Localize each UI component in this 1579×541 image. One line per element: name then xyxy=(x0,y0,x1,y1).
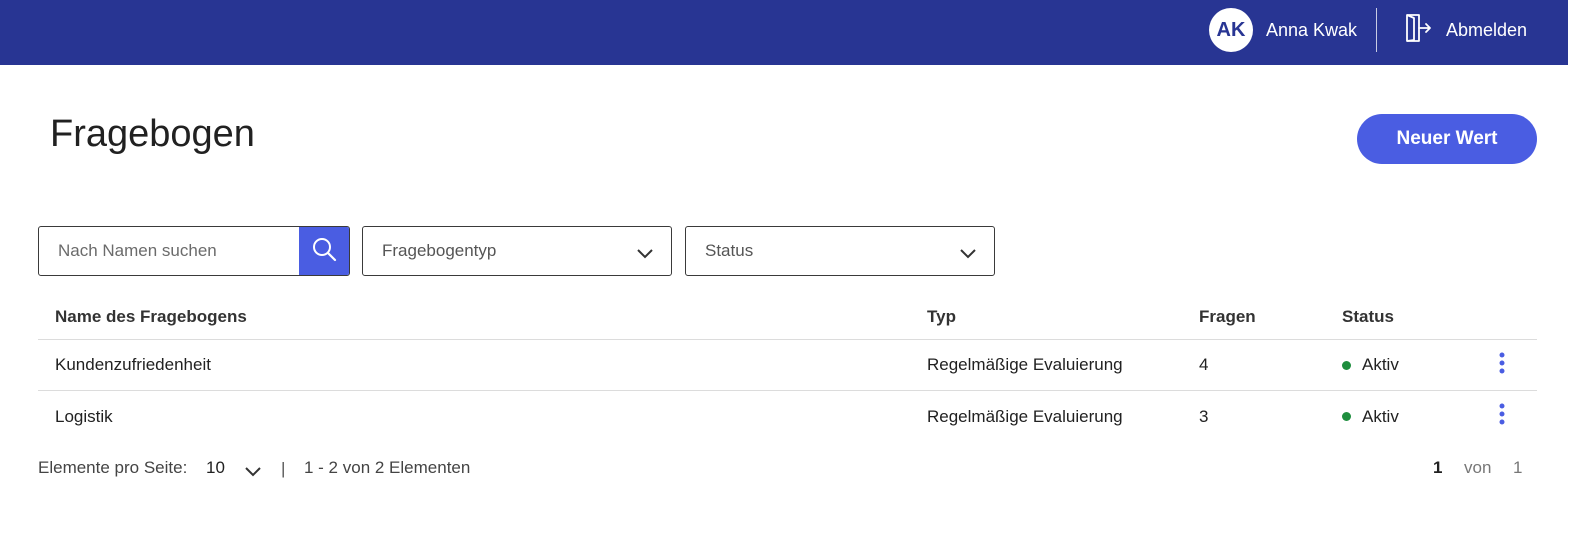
page-of-label: von xyxy=(1464,458,1492,477)
search-input[interactable] xyxy=(39,227,299,275)
questionnaire-table: Name des Fragebogens Typ Fragen Status K… xyxy=(38,295,1537,442)
avatar[interactable]: AK xyxy=(1209,8,1253,52)
column-header-status[interactable]: Status xyxy=(1342,295,1394,339)
logout-icon xyxy=(1404,13,1432,48)
row-type: Regelmäßige Evaluierung xyxy=(927,355,1123,374)
new-value-button[interactable]: Neuer Wert xyxy=(1357,114,1537,164)
status-dot xyxy=(1342,412,1351,421)
column-header-type[interactable]: Typ xyxy=(927,295,956,339)
page-title: Fragebogen xyxy=(50,113,255,155)
logout-label: Abmelden xyxy=(1446,19,1528,40)
type-select-value: Fragebogentyp xyxy=(382,241,497,260)
search-box xyxy=(38,226,350,276)
status-badge: Aktiv xyxy=(1342,391,1399,442)
chevron-down-icon xyxy=(960,244,976,264)
more-vertical-icon xyxy=(1499,403,1505,430)
current-page[interactable]: 1 xyxy=(1433,458,1442,478)
pagination-range: 1 - 2 von 2 Elementen xyxy=(304,458,471,477)
header-divider xyxy=(1376,8,1377,52)
column-header-questions[interactable]: Fragen xyxy=(1199,295,1256,339)
table-row[interactable]: Logistik Regelmäßige Evaluierung 3 Aktiv xyxy=(38,391,1537,442)
pagination: Elemente pro Seite: 10 | 1 - 2 von 2 Ele… xyxy=(38,455,1537,481)
items-per-page-label: Elemente pro Seite: xyxy=(38,458,188,477)
status-select-value: Status xyxy=(705,241,754,260)
row-name[interactable]: Kundenzufriedenheit xyxy=(55,340,211,390)
chevron-down-icon[interactable] xyxy=(245,462,261,482)
type-select[interactable]: Fragebogentyp xyxy=(362,226,672,276)
status-label: Aktiv xyxy=(1362,406,1399,426)
search-button[interactable] xyxy=(299,227,349,275)
status-badge: Aktiv xyxy=(1342,340,1399,390)
row-type: Regelmäßige Evaluierung xyxy=(927,406,1123,426)
items-per-page-value[interactable]: 10 xyxy=(206,458,225,478)
status-label: Aktiv xyxy=(1362,355,1399,374)
chevron-down-icon xyxy=(637,244,653,264)
table-row[interactable]: Kundenzufriedenheit Regelmäßige Evaluier… xyxy=(38,340,1537,391)
top-bar: AK Anna Kwak Abmelden xyxy=(0,0,1568,65)
row-questions: 4 xyxy=(1199,355,1209,374)
table-header: Name des Fragebogens Typ Fragen Status xyxy=(38,295,1537,340)
row-menu-button[interactable] xyxy=(1490,391,1514,442)
user-profile[interactable]: AK Anna Kwak xyxy=(1209,8,1357,52)
search-icon xyxy=(311,236,337,267)
row-name[interactable]: Logistik xyxy=(55,391,113,442)
more-vertical-icon xyxy=(1499,352,1505,379)
row-menu-button[interactable] xyxy=(1490,340,1514,390)
status-dot xyxy=(1342,360,1351,370)
user-name: Anna Kwak xyxy=(1266,19,1358,40)
logout-button[interactable]: Abmelden xyxy=(1404,13,1528,48)
pagination-separator: | xyxy=(281,459,286,478)
column-header-name[interactable]: Name des Fragebogens xyxy=(55,295,247,339)
row-questions: 3 xyxy=(1199,406,1209,426)
total-pages: 1 xyxy=(1513,458,1523,477)
status-select[interactable]: Status xyxy=(685,226,995,276)
